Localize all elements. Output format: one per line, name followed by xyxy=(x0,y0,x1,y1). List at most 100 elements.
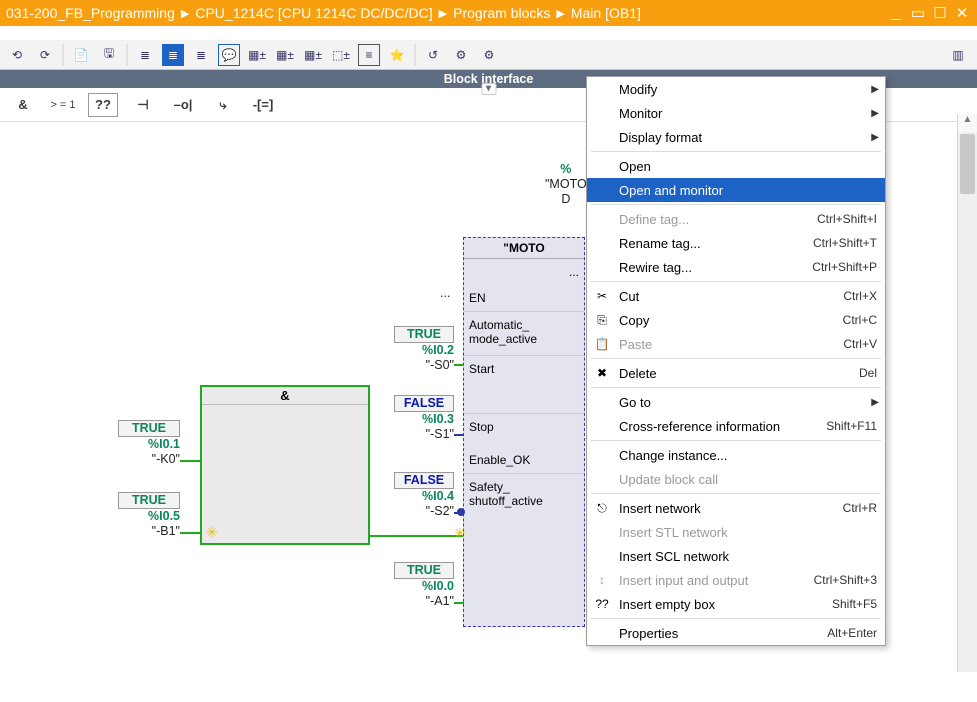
tag-s1[interactable]: FALSE %I0.3 "-S1" xyxy=(394,395,454,442)
toolbar-icon[interactable]: ▥ xyxy=(947,44,969,66)
menu-label: Modify xyxy=(619,82,657,97)
crumb-blocks[interactable]: Program blocks xyxy=(453,5,550,21)
collapse-handle-icon[interactable]: ▾ xyxy=(481,83,496,95)
crumb-cpu[interactable]: CPU_1214C [CPU 1214C DC/DC/DC] xyxy=(195,5,432,21)
close-button[interactable]: ✕ xyxy=(953,4,971,22)
menu-icon: ⎋ xyxy=(594,501,610,516)
toolbar-icon[interactable]: ≣ xyxy=(190,44,212,66)
menu-label: Go to xyxy=(619,395,651,410)
menu-icon: ↕ xyxy=(594,573,610,587)
scroll-thumb[interactable] xyxy=(960,134,975,194)
and-label: & xyxy=(202,387,368,405)
fb-title: "MOTO xyxy=(464,238,584,259)
toolbar-icon[interactable]: ▦± xyxy=(302,44,324,66)
menu-label: Insert STL network xyxy=(619,525,728,540)
menu-item: Insert STL network xyxy=(587,520,885,544)
crumb-project[interactable]: 031-200_FB_Programming xyxy=(6,5,175,21)
menu-item: ↕Insert input and outputCtrl+Shift+3 xyxy=(587,568,885,592)
menu-separator xyxy=(591,618,881,619)
menu-shortcut: Ctrl+X xyxy=(843,289,877,303)
tag-a1[interactable]: TRUE %I0.0 "-A1" xyxy=(394,562,454,609)
toolbar-icon[interactable]: ⬚± xyxy=(330,44,352,66)
maximize-button[interactable]: ☐ xyxy=(931,4,949,22)
op-assign[interactable]: -[=] xyxy=(248,93,278,117)
menu-shortcut: Ctrl+Shift+I xyxy=(817,212,877,226)
toolbar-icon[interactable]: ⟲ xyxy=(6,44,28,66)
menu-label: Open xyxy=(619,159,651,174)
crumb-main[interactable]: Main [OB1] xyxy=(571,5,641,21)
submenu-arrow-icon: ▶ xyxy=(871,108,879,119)
toolbar-icon[interactable]: ▦± xyxy=(246,44,268,66)
toolbar-icon[interactable]: 🖫 xyxy=(98,44,120,66)
menu-item[interactable]: ??Insert empty boxShift+F5 xyxy=(587,592,885,616)
toolbar-icon[interactable]: ⚙ xyxy=(478,44,500,66)
menu-item[interactable]: Change instance... xyxy=(587,443,885,467)
chevron-right-icon: ▶ xyxy=(178,7,192,20)
menu-label: Open and monitor xyxy=(619,183,723,198)
menu-label: Insert empty box xyxy=(619,597,715,612)
fb-call-block[interactable]: "MOTO ... EN Automatic_ mode_active Star… xyxy=(463,237,585,627)
menu-item[interactable]: PropertiesAlt+Enter xyxy=(587,621,885,645)
db-symbol: % xyxy=(545,162,587,177)
menu-separator xyxy=(591,281,881,282)
restore-button[interactable]: ▭ xyxy=(909,4,927,22)
menu-item[interactable]: ✂CutCtrl+X xyxy=(587,284,885,308)
toolbar-icon[interactable]: ≣ xyxy=(162,44,184,66)
menu-label: Change instance... xyxy=(619,448,727,463)
toolbar-icon[interactable]: ▦± xyxy=(274,44,296,66)
menu-icon: ✂ xyxy=(594,289,610,303)
menu-shortcut: Ctrl+Shift+T xyxy=(813,236,877,250)
menu-item[interactable]: ⎋Insert networkCtrl+R xyxy=(587,496,885,520)
menu-item[interactable]: Modify▶ xyxy=(587,77,885,101)
op-branch[interactable]: ⤷ xyxy=(208,93,238,117)
menu-item[interactable]: Display format▶ xyxy=(587,125,885,149)
tag-k0[interactable]: TRUE %I0.1 "-K0" xyxy=(118,420,180,467)
negation-dot-icon xyxy=(457,508,465,516)
menu-label: Insert input and output xyxy=(619,573,748,588)
toolbar-icon[interactable]: ⭐ xyxy=(386,44,408,66)
tag-s0[interactable]: TRUE %I0.2 "-S0" xyxy=(394,326,454,373)
menu-label: Monitor xyxy=(619,106,662,121)
menu-label: Copy xyxy=(619,313,649,328)
and-block[interactable]: & ✳ xyxy=(200,385,370,545)
menu-item[interactable]: Open xyxy=(587,154,885,178)
op-emptybox[interactable]: ?? xyxy=(88,93,118,117)
op-and[interactable]: & xyxy=(8,93,38,117)
toolbar-icon[interactable]: ≡ xyxy=(358,44,380,66)
minimize-button[interactable]: _ xyxy=(887,4,905,22)
menu-item[interactable]: Rewire tag...Ctrl+Shift+P xyxy=(587,255,885,279)
op-neg-out[interactable]: –o| xyxy=(168,93,198,117)
tag-b1[interactable]: TRUE %I0.5 "-B1" xyxy=(118,492,180,539)
toolbar-icon[interactable]: 💬 xyxy=(218,44,240,66)
toolbar-icon[interactable]: ⟳ xyxy=(34,44,56,66)
menu-item[interactable]: Cross-reference informationShift+F11 xyxy=(587,414,885,438)
menu-shortcut: Ctrl+R xyxy=(843,501,877,515)
menu-item[interactable]: Monitor ▶ xyxy=(587,101,885,125)
menu-shortcut: Del xyxy=(859,366,877,380)
toolbar-icon[interactable]: 📄 xyxy=(70,44,92,66)
menu-item[interactable]: ⎘CopyCtrl+C xyxy=(587,308,885,332)
menu-item[interactable]: Rename tag...Ctrl+Shift+T xyxy=(587,231,885,255)
tag-s2[interactable]: FALSE %I0.4 "-S2" xyxy=(394,472,454,519)
menu-item[interactable]: Open and monitor xyxy=(587,178,885,202)
menu-label: Update block call xyxy=(619,472,718,487)
menu-item: Update block call xyxy=(587,467,885,491)
op-ge1[interactable]: > = 1 xyxy=(48,93,78,117)
toolbar-icon[interactable]: ≣ xyxy=(134,44,156,66)
menu-icon: ?? xyxy=(594,597,610,611)
vertical-scrollbar[interactable]: ▲ xyxy=(957,114,977,672)
menu-item[interactable]: ✖DeleteDel xyxy=(587,361,885,385)
menu-label: Insert SCL network xyxy=(619,549,729,564)
menu-separator xyxy=(591,204,881,205)
menu-shortcut: Ctrl+Shift+P xyxy=(812,260,877,274)
menu-item[interactable]: Insert SCL network xyxy=(587,544,885,568)
toolbar-icon[interactable]: ↺ xyxy=(422,44,444,66)
menu-shortcut: Ctrl+V xyxy=(843,337,877,351)
window-buttons: _ ▭ ☐ ✕ xyxy=(887,4,971,22)
op-neg-in[interactable]: ⊣ xyxy=(128,93,158,117)
scroll-up-icon[interactable]: ▲ xyxy=(958,114,977,132)
menu-item[interactable]: Go to▶ xyxy=(587,390,885,414)
star-icon: ✳ xyxy=(206,524,218,541)
port-start: Start xyxy=(464,355,584,413)
toolbar-icon[interactable]: ⚙ xyxy=(450,44,472,66)
